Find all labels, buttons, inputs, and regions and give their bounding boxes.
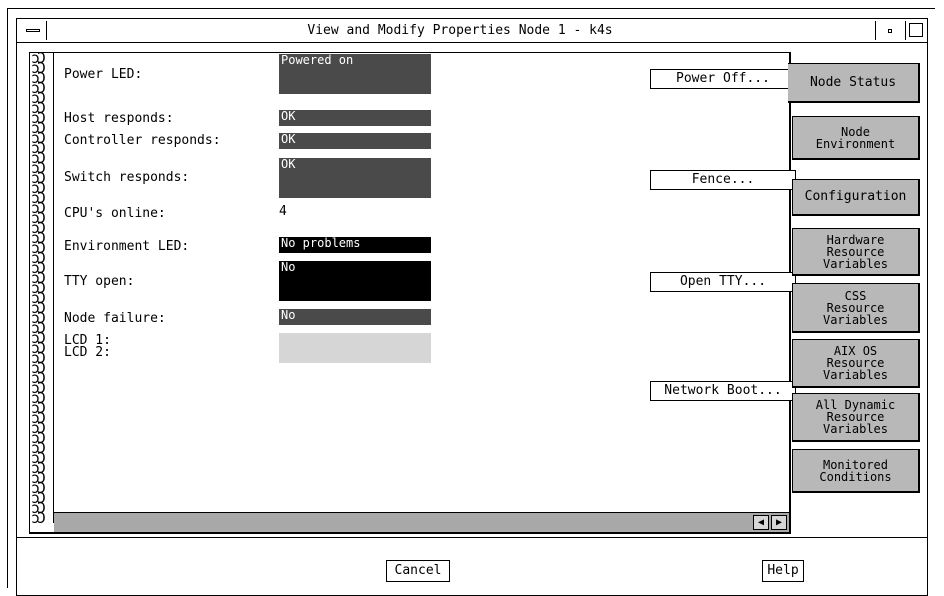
help-button[interactable]: Help [762, 560, 804, 582]
cancel-button[interactable]: Cancel [386, 560, 450, 582]
tab-all-dynamic-resource-variables[interactable]: All Dynamic Resource Variables [792, 393, 920, 442]
power-led-value: Powered on [279, 54, 431, 94]
notebook-panel: ɔƆ ɔƆ ɔƆ ɔƆ ɔƆ ɔƆ ɔƆ ɔƆ ɔƆ ɔƆ ɔƆ ɔƆ ɔƆ ɔƆ ɔƆ ɔƆ ɔƆ ɔƆ ɔƆ ɔƆ… [29, 52, 796, 534]
outer-frame-top [7, 8, 935, 9]
environment-led-value: No problems [279, 237, 431, 253]
tab-node-status[interactable]: Node Status [788, 63, 920, 103]
cpus-online-value: 4 [279, 204, 287, 219]
tab-node-environment[interactable]: Node Environment [792, 116, 920, 160]
maximize-icon[interactable] [905, 21, 925, 40]
tab-monitored-conditions[interactable]: Monitored Conditions [792, 449, 920, 493]
switch-responds-label: Switch responds: [64, 170, 190, 185]
scroll-left-arrow-icon[interactable]: ◀ [753, 515, 769, 530]
tab-hardware-resource-variables[interactable]: Hardware Resource Variables [792, 228, 920, 276]
cpus-online-label: CPU's online: [64, 206, 166, 221]
fence-button[interactable]: Fence... [650, 170, 796, 190]
host-responds-value: OK [279, 110, 431, 126]
outer-frame-left [7, 8, 8, 588]
node-status-page: Power LED: Powered on Host responds: OK … [54, 53, 796, 501]
environment-led-label: Environment LED: [64, 239, 190, 254]
tty-open-label: TTY open: [64, 274, 135, 289]
node-failure-label: Node failure: [64, 311, 166, 326]
scroll-right-arrow-icon[interactable]: ▶ [771, 515, 787, 530]
controller-responds-label: Controller responds: [64, 133, 221, 148]
footer-divider [17, 537, 927, 538]
window-menu-icon[interactable] [19, 21, 47, 40]
minimize-icon[interactable] [875, 21, 903, 40]
tab-css-resource-variables[interactable]: CSS Resource Variables [792, 283, 920, 333]
open-tty-button[interactable]: Open TTY... [650, 272, 796, 292]
controller-responds-value: OK [279, 133, 431, 149]
host-responds-label: Host responds: [64, 111, 174, 126]
power-led-label: Power LED: [64, 67, 143, 82]
node-failure-value: No [279, 309, 431, 325]
notebook-spiral-icon: ɔƆ ɔƆ ɔƆ ɔƆ ɔƆ ɔƆ ɔƆ ɔƆ ɔƆ ɔƆ ɔƆ ɔƆ ɔƆ ɔƆ ɔƆ ɔƆ ɔƆ ɔƆ ɔƆ ɔƆ… [30, 53, 54, 523]
tab-aix-os-resource-variables[interactable]: AIX OS Resource Variables [792, 339, 920, 388]
switch-responds-value: OK [279, 158, 431, 198]
spiral-coil: ɔƆ [31, 509, 46, 524]
lcd2-label: LCD 2: [64, 345, 111, 360]
lcd-display [279, 333, 431, 363]
tty-open-value: No [279, 261, 431, 301]
power-off-button[interactable]: Power Off... [650, 69, 796, 89]
title-bar[interactable]: View and Modify Properties Node 1 - k4s [17, 19, 927, 43]
properties-window: View and Modify Properties Node 1 - k4s … [16, 18, 928, 596]
horizontal-scrollbar[interactable]: ◀ ▶ [54, 512, 789, 532]
window-title: View and Modify Properties Node 1 - k4s [307, 23, 613, 38]
network-boot-button[interactable]: Network Boot... [650, 381, 796, 401]
tab-configuration[interactable]: Configuration [792, 179, 920, 216]
